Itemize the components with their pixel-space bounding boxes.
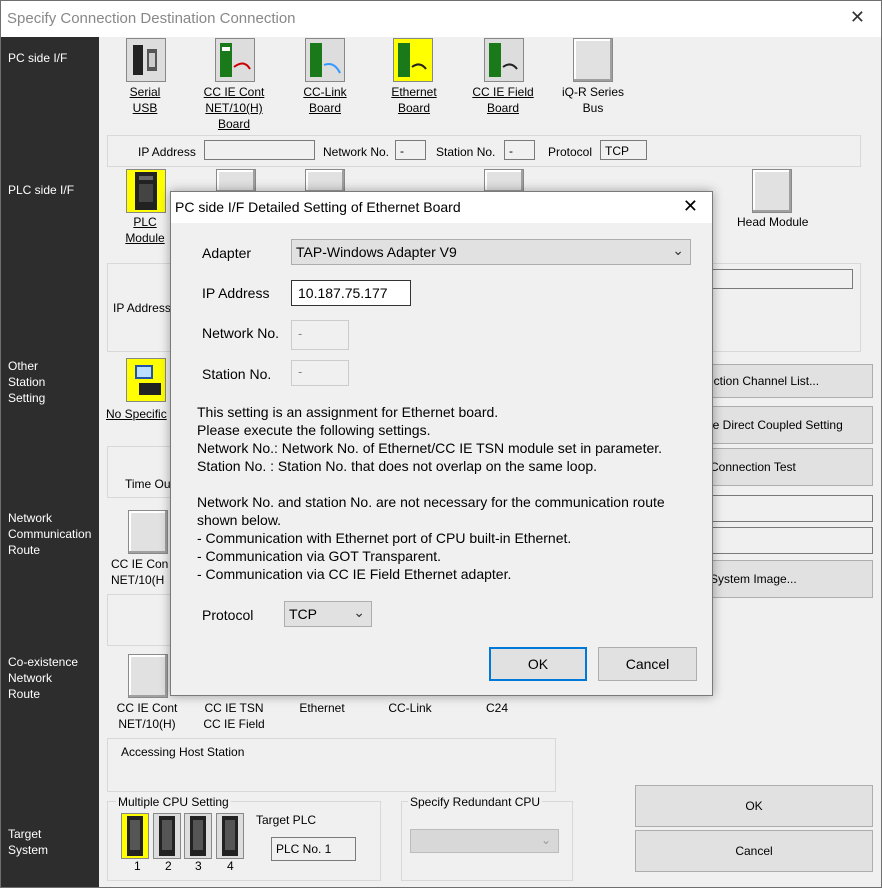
cc-ie-field-board-icon[interactable] <box>484 38 524 82</box>
coexistence-cc-ie-cont-icon[interactable] <box>128 654 168 698</box>
pc-side-label: PC side I/F <box>8 51 68 65</box>
dialog-network-input[interactable]: - <box>291 320 349 350</box>
cpu-number-1: 1 <box>134 859 141 873</box>
coexistence-cc-ie-cont-label: CC IE Cont NET/10(H) <box>116 701 178 731</box>
cc-ie-field-board-link[interactable]: CC IE Field Board <box>466 84 540 116</box>
right-field-2[interactable] <box>701 527 873 554</box>
head-module-label: Head Module <box>737 215 809 229</box>
network-route-label: Network Communication Route <box>8 511 92 557</box>
dialog-protocol-select[interactable]: TCP ⌄ <box>284 601 372 627</box>
dialog-station-label: Station No. <box>202 366 272 382</box>
accessing-host-label: Accessing Host Station <box>121 745 245 759</box>
cpu-number-3: 3 <box>195 859 202 873</box>
close-icon[interactable]: ✕ <box>850 7 865 28</box>
connection-destination-window: Specify Connection Destination Connectio… <box>0 0 882 888</box>
connection-test-button[interactable]: Connection Test <box>691 448 873 486</box>
ethernet-board-detail-dialog: PC side I/F Detailed Setting of Ethernet… <box>170 191 713 696</box>
network-route-group <box>107 594 179 646</box>
left-category-panel: PC side I/F PLC side I/F Other Station S… <box>1 37 99 887</box>
plc-module-link[interactable]: PLC Module <box>116 214 174 246</box>
dialog-protocol-value: TCP <box>289 606 317 622</box>
network-route-cc-ie-icon[interactable] <box>128 510 168 554</box>
dialog-title: PC side I/F Detailed Setting of Ethernet… <box>175 199 461 215</box>
title-bar: Specify Connection Destination Connectio… <box>1 1 881 37</box>
main-cancel-button[interactable]: Cancel <box>635 830 873 872</box>
redundant-cpu-select[interactable] <box>410 829 559 853</box>
system-image-button[interactable]: System Image... <box>691 560 873 598</box>
timeout-label: Time Ou <box>125 477 171 491</box>
coexistence-ethernet-label: Ethernet <box>299 701 345 715</box>
pc-station-label: Station No. <box>436 145 496 159</box>
cc-link-board-icon[interactable] <box>305 38 345 82</box>
chevron-down-icon: ⌄ <box>353 604 365 620</box>
plc-icon-3[interactable] <box>305 169 345 193</box>
pc-station-field[interactable]: - <box>504 140 535 160</box>
dialog-network-label: Network No. <box>202 325 280 341</box>
ethernet-board-icon[interactable] <box>393 38 433 82</box>
pc-network-field[interactable]: - <box>395 140 426 160</box>
dialog-ip-label: IP Address <box>202 285 270 301</box>
pc-network-label: Network No. <box>323 145 390 159</box>
plc-side-field[interactable] <box>701 269 853 289</box>
serial-usb-icon[interactable] <box>126 38 166 82</box>
dialog-close-icon[interactable]: ✕ <box>683 196 698 217</box>
network-route-cc-ie-label: CC IE Con NET/10(H <box>111 557 169 587</box>
no-specification-link[interactable]: No Specific <box>106 407 167 421</box>
cpu-number-2: 2 <box>165 859 172 873</box>
adapter-label: Adapter <box>202 245 252 261</box>
coexistence-cc-ie-tsn-label: CC IE TSN CC IE Field <box>203 701 265 731</box>
iq-r-series-bus-label: iQ-R Series Bus <box>561 85 624 115</box>
multiple-cpu-title: Multiple CPU Setting <box>116 795 231 809</box>
connection-channel-list-button[interactable]: ection Channel List... <box>691 364 873 398</box>
plc-side-label: PLC side I/F <box>8 183 75 197</box>
dialog-station-input[interactable]: - <box>291 360 349 386</box>
target-plc-label: Target PLC <box>256 813 317 827</box>
dialog-info-text: This setting is an assignment for Ethern… <box>197 404 665 582</box>
pc-protocol-field[interactable]: TCP <box>600 140 647 160</box>
plc-icon-5[interactable] <box>484 169 524 193</box>
cpu-3-icon[interactable] <box>184 813 212 859</box>
target-plc-field: PLC No. 1 <box>271 837 356 861</box>
pc-ip-label: IP Address <box>138 145 196 159</box>
redundant-cpu-title: Specify Redundant CPU <box>408 795 543 809</box>
iq-r-series-bus-icon[interactable] <box>573 38 613 82</box>
chevron-down-icon: ⌄ <box>672 242 684 258</box>
direct-coupled-setting-button[interactable]: le Direct Coupled Setting <box>691 406 873 444</box>
adapter-select[interactable]: TAP-Windows Adapter V9 ⌄ <box>291 239 691 265</box>
coexistence-cc-link-label: CC-Link <box>388 701 432 715</box>
other-station-label: Other Station Setting <box>8 359 46 405</box>
serial-usb-link[interactable]: Serial USB <box>111 84 179 116</box>
cpu-1-icon[interactable] <box>121 813 149 859</box>
pc-ip-field[interactable] <box>204 140 315 160</box>
ethernet-board-link[interactable]: Ethernet Board <box>379 84 449 116</box>
chevron-down-icon: ⌄ <box>541 833 552 847</box>
dialog-cancel-button[interactable]: Cancel <box>598 647 697 681</box>
cc-ie-cont-board-link[interactable]: CC IE Cont NET/10(H) Board <box>194 84 274 132</box>
cc-ie-cont-board-icon[interactable] <box>215 38 255 82</box>
target-system-label: Target System <box>8 827 49 857</box>
cpu-number-4: 4 <box>227 859 234 873</box>
dialog-title-bar: PC side I/F Detailed Setting of Ethernet… <box>171 192 712 223</box>
plc-module-icon[interactable] <box>126 169 166 213</box>
main-ok-button[interactable]: OK <box>635 785 873 827</box>
pc-protocol-label: Protocol <box>548 145 593 159</box>
window-title: Specify Connection Destination Connectio… <box>7 10 296 27</box>
no-specification-icon[interactable] <box>126 358 166 402</box>
head-module-icon[interactable] <box>752 169 792 213</box>
cpu-4-icon[interactable] <box>216 813 244 859</box>
cc-link-board-link[interactable]: CC-Link Board <box>290 84 360 116</box>
dialog-ok-button[interactable]: OK <box>489 647 587 681</box>
dialog-ip-input[interactable]: 10.187.75.177 <box>291 280 411 306</box>
dialog-protocol-label: Protocol <box>202 607 254 623</box>
right-field-1[interactable] <box>701 495 873 522</box>
coexistence-c24-label: C24 <box>485 701 508 715</box>
plc-ip-label: IP Address <box>113 301 171 315</box>
adapter-value: TAP-Windows Adapter V9 <box>296 244 457 260</box>
plc-icon-2[interactable] <box>216 169 256 193</box>
cpu-2-icon[interactable] <box>153 813 181 859</box>
coexistence-label: Co-existence Network Route <box>8 655 79 701</box>
